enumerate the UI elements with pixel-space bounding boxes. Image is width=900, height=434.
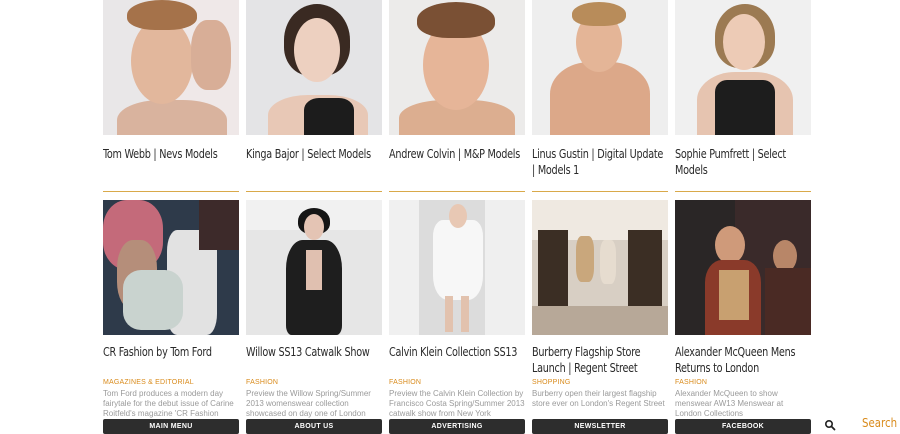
article-photo[interactable] [532, 200, 668, 335]
articles-row: CR Fashion by Tom Ford MAGAZINES & EDITO… [103, 200, 811, 419]
article-title[interactable]: CR Fashion by Tom Ford [103, 344, 239, 378]
divider [675, 191, 811, 192]
article-photo[interactable] [246, 200, 382, 335]
article-category[interactable]: FASHION [246, 378, 382, 388]
model-title[interactable]: Tom Webb | Nevs Models [103, 146, 239, 180]
bottom-nav: MAIN MENU ABOUT US ADVERTISING NEWSLETTE… [103, 419, 811, 434]
main-menu-button[interactable]: MAIN MENU [103, 419, 239, 434]
divider [103, 191, 239, 192]
article-card[interactable]: Willow SS13 Catwalk Show FASHION Preview… [246, 200, 382, 419]
divider [389, 191, 525, 192]
model-card-sophie-pumfrett[interactable]: Sophie Pumfrett | Select Models [675, 0, 811, 192]
model-photo[interactable] [532, 0, 668, 135]
model-photo[interactable] [675, 0, 811, 135]
article-title[interactable]: Burberry Flagship Store Launch | Regent … [532, 344, 668, 378]
article-photo[interactable] [675, 200, 811, 335]
model-title[interactable]: Kinga Bajor | Select Models [246, 146, 382, 180]
article-excerpt: Tom Ford produces a modern day fairytale… [103, 389, 234, 418]
model-card-andrew-colvin[interactable]: Andrew Colvin | M&P Models [389, 0, 525, 192]
article-title[interactable]: Alexander McQueen Mens Returns to London [675, 344, 811, 378]
divider [532, 191, 668, 192]
article-excerpt: Preview the Willow Spring/Summer 2013 wo… [246, 389, 371, 418]
content-grid: Tom Webb | Nevs Models Kinga Bajor | Sel… [103, 0, 811, 419]
article-card[interactable]: Burberry Flagship Store Launch | Regent … [532, 200, 668, 419]
article-category[interactable]: FASHION [675, 378, 811, 388]
facebook-button[interactable]: FACEBOOK [675, 419, 811, 434]
model-photo[interactable] [246, 0, 382, 135]
model-card-linus-gustin[interactable]: Linus Gustin | Digital Update | Models 1 [532, 0, 668, 192]
model-card-kinga-bajor[interactable]: Kinga Bajor | Select Models [246, 0, 382, 192]
article-card[interactable]: Alexander McQueen Mens Returns to London… [675, 200, 811, 419]
article-excerpt: Burberry open their largest flagship sto… [532, 389, 665, 408]
advertising-button[interactable]: ADVERTISING [389, 419, 525, 434]
article-title[interactable]: Calvin Klein Collection SS13 [389, 344, 525, 378]
model-title[interactable]: Sophie Pumfrett | Select Models [675, 146, 811, 180]
search-icon[interactable] [824, 419, 836, 431]
article-category[interactable]: SHOPPING [532, 378, 668, 388]
models-row: Tom Webb | Nevs Models Kinga Bajor | Sel… [103, 0, 811, 192]
article-photo[interactable] [389, 200, 525, 335]
search-link[interactable]: Search [862, 416, 897, 430]
divider [246, 191, 382, 192]
article-category[interactable]: MAGAZINES & EDITORIAL [103, 378, 239, 388]
article-title[interactable]: Willow SS13 Catwalk Show [246, 344, 382, 378]
article-card[interactable]: CR Fashion by Tom Ford MAGAZINES & EDITO… [103, 200, 239, 419]
model-photo[interactable] [389, 0, 525, 135]
model-title[interactable]: Andrew Colvin | M&P Models [389, 146, 525, 180]
about-us-button[interactable]: ABOUT US [246, 419, 382, 434]
article-photo[interactable] [103, 200, 239, 335]
article-excerpt: Alexander McQueen to show menswear AW13 … [675, 389, 784, 418]
article-category[interactable]: FASHION [389, 378, 525, 388]
newsletter-button[interactable]: NEWSLETTER [532, 419, 668, 434]
model-photo[interactable] [103, 0, 239, 135]
model-title[interactable]: Linus Gustin | Digital Update | Models 1 [532, 146, 668, 180]
article-excerpt: Preview the Calvin Klein Collection by F… [389, 389, 525, 418]
model-card-tom-webb[interactable]: Tom Webb | Nevs Models [103, 0, 239, 192]
article-card[interactable]: Calvin Klein Collection SS13 FASHION Pre… [389, 200, 525, 419]
